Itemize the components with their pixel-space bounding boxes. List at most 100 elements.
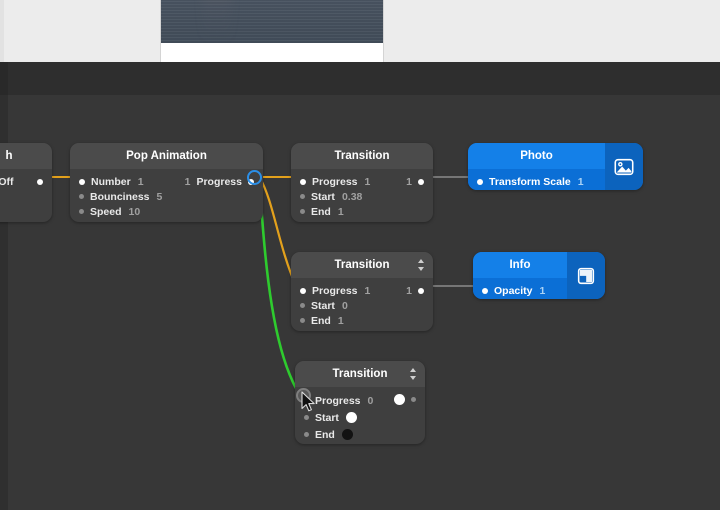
row-t1-start[interactable]: Start 0.38 — [291, 189, 433, 204]
port-out-t3-progress[interactable] — [411, 397, 416, 402]
row-switch-on-off-label: On / Off — [0, 176, 14, 188]
node-info[interactable]: Info Opacity 1 — [473, 252, 605, 299]
port-in-t1-end[interactable] — [300, 209, 305, 214]
row-pop-progress-label: Progress — [196, 176, 242, 188]
port-out-t1-progress[interactable] — [418, 179, 424, 185]
node-photo-title: Photo — [468, 143, 605, 169]
port-in-t1-start[interactable] — [300, 194, 305, 199]
port-out-switch-on-off[interactable] — [37, 179, 43, 185]
port-in-t1-progress[interactable] — [300, 179, 306, 185]
node-transition-2-title: Transition — [291, 252, 433, 278]
photo-ripple-band-lower — [161, 0, 383, 43]
row-t3-progress-value: 0 — [368, 395, 374, 407]
node-transition-3-title-text: Transition — [333, 368, 388, 380]
row-t2-start[interactable]: Start 0 — [291, 298, 433, 313]
node-transition-3-stepper[interactable] — [409, 368, 416, 380]
node-pop-animation-body: Number 1 1 Progress Bounciness 5 Speed — [70, 169, 263, 222]
row-t2-progress-out[interactable]: 1 — [406, 283, 424, 298]
node-photo-body: Transform Scale 1 — [468, 169, 605, 190]
row-t2-progress[interactable]: Progress 1 1 — [291, 283, 433, 298]
node-transition-3-body: Progress 0 Start End — [295, 387, 425, 444]
row-t3-progress-label: Progress — [315, 395, 361, 407]
row-pop-number-value: 1 — [138, 176, 144, 188]
node-switch-body: On / Off — [0, 169, 52, 196]
chevron-down-icon[interactable] — [418, 267, 424, 271]
toolbar-left-gutter — [0, 62, 8, 95]
row-t3-start[interactable]: Start — [295, 409, 425, 426]
row-t2-end-value: 1 — [338, 315, 344, 327]
row-t1-end-value: 1 — [338, 206, 344, 218]
row-t1-progress-value: 1 — [365, 176, 371, 188]
row-t3-progress-out-swatch — [394, 394, 405, 405]
row-t2-start-value: 0 — [342, 300, 348, 312]
node-transition-1-body: Progress 1 1 Start 0.38 End 1 — [291, 169, 433, 222]
row-pop-speed-label: Speed — [90, 206, 122, 218]
row-pop-progress-out[interactable]: 1 Progress — [185, 174, 254, 189]
app-root: h On / Off Pop Animation Number 1 — [0, 0, 720, 510]
node-photo[interactable]: Photo Transform Scale 1 — [468, 143, 643, 190]
node-switch[interactable]: h On / Off — [0, 143, 52, 222]
row-t1-progress-out[interactable]: 1 — [406, 174, 424, 189]
row-t3-end-label: End — [315, 429, 335, 441]
row-photo-transform-scale-label: Transform Scale — [489, 176, 571, 188]
port-in-pop-speed[interactable] — [79, 209, 84, 214]
row-info-opacity[interactable]: Opacity 1 — [473, 283, 567, 298]
row-t2-progress-out-value: 1 — [406, 285, 412, 297]
row-switch-on-off[interactable]: On / Off — [0, 174, 52, 189]
row-t3-end-swatch[interactable] — [342, 429, 353, 440]
port-in-info-opacity[interactable] — [482, 288, 488, 294]
port-in-t3-progress-hover-ring[interactable] — [296, 388, 311, 403]
node-transition-2-title-text: Transition — [335, 259, 390, 271]
port-out-t2-progress[interactable] — [418, 288, 424, 294]
row-pop-bounciness-value: 5 — [157, 191, 163, 203]
size-info-icon — [575, 265, 597, 287]
preview-strip-left-edge — [0, 0, 4, 62]
chevron-up-icon[interactable] — [418, 259, 424, 263]
node-transition-3[interactable]: Transition Progress 0 — [295, 361, 425, 444]
row-t3-start-swatch[interactable] — [346, 412, 357, 423]
node-transition-3-title: Transition — [295, 361, 425, 387]
port-in-pop-bounciness[interactable] — [79, 194, 84, 199]
port-in-t3-start[interactable] — [304, 415, 309, 420]
port-in-t2-start[interactable] — [300, 303, 305, 308]
row-photo-transform-scale[interactable]: Transform Scale 1 — [468, 174, 605, 189]
node-transition-2[interactable]: Transition Progress 1 1 — [291, 252, 433, 331]
port-in-t3-end[interactable] — [304, 432, 309, 437]
image-preview-card[interactable] — [161, 0, 383, 62]
row-pop-bounciness[interactable]: Bounciness 5 — [70, 189, 263, 204]
row-pop-progress-value: 1 — [185, 176, 191, 188]
node-transition-2-stepper[interactable] — [417, 259, 424, 271]
row-pop-speed-value: 10 — [129, 206, 141, 218]
row-photo-transform-scale-value: 1 — [578, 176, 584, 188]
chevron-up-icon[interactable] — [410, 368, 416, 372]
port-in-t2-progress[interactable] — [300, 288, 306, 294]
row-info-opacity-label: Opacity — [494, 285, 533, 297]
row-t1-end[interactable]: End 1 — [291, 204, 433, 219]
row-t1-progress[interactable]: Progress 1 1 — [291, 174, 433, 189]
row-pop-bounciness-label: Bounciness — [90, 191, 150, 203]
row-pop-speed[interactable]: Speed 10 — [70, 204, 263, 219]
row-switch-on-off-right — [37, 174, 43, 189]
node-info-body: Opacity 1 — [473, 278, 567, 299]
node-transition-1[interactable]: Transition Progress 1 1 Start 0.38 — [291, 143, 433, 222]
port-out-pop-progress-selection-ring[interactable] — [247, 170, 262, 185]
row-pop-number[interactable]: Number 1 1 Progress — [70, 174, 263, 189]
node-pop-animation[interactable]: Pop Animation Number 1 1 Progress Bounci… — [70, 143, 263, 222]
row-t2-start-label: Start — [311, 300, 335, 312]
row-t1-start-value: 0.38 — [342, 191, 362, 203]
chevron-down-icon[interactable] — [410, 376, 416, 380]
port-in-t2-end[interactable] — [300, 318, 305, 323]
port-in-photo-transform-scale[interactable] — [477, 179, 483, 185]
row-t2-end-label: End — [311, 315, 331, 327]
row-t3-progress[interactable]: Progress 0 — [295, 392, 425, 409]
row-t3-end[interactable]: End — [295, 426, 425, 443]
node-photo-icon-box[interactable] — [605, 143, 643, 190]
port-in-pop-number[interactable] — [79, 179, 85, 185]
row-t2-progress-value: 1 — [365, 285, 371, 297]
row-t2-end[interactable]: End 1 — [291, 313, 433, 328]
node-info-icon-box[interactable] — [567, 252, 605, 299]
row-t3-progress-out[interactable] — [394, 392, 416, 407]
node-pop-animation-title: Pop Animation — [70, 143, 263, 169]
row-t1-progress-label: Progress — [312, 176, 358, 188]
graph-canvas[interactable]: h On / Off Pop Animation Number 1 — [0, 95, 720, 510]
